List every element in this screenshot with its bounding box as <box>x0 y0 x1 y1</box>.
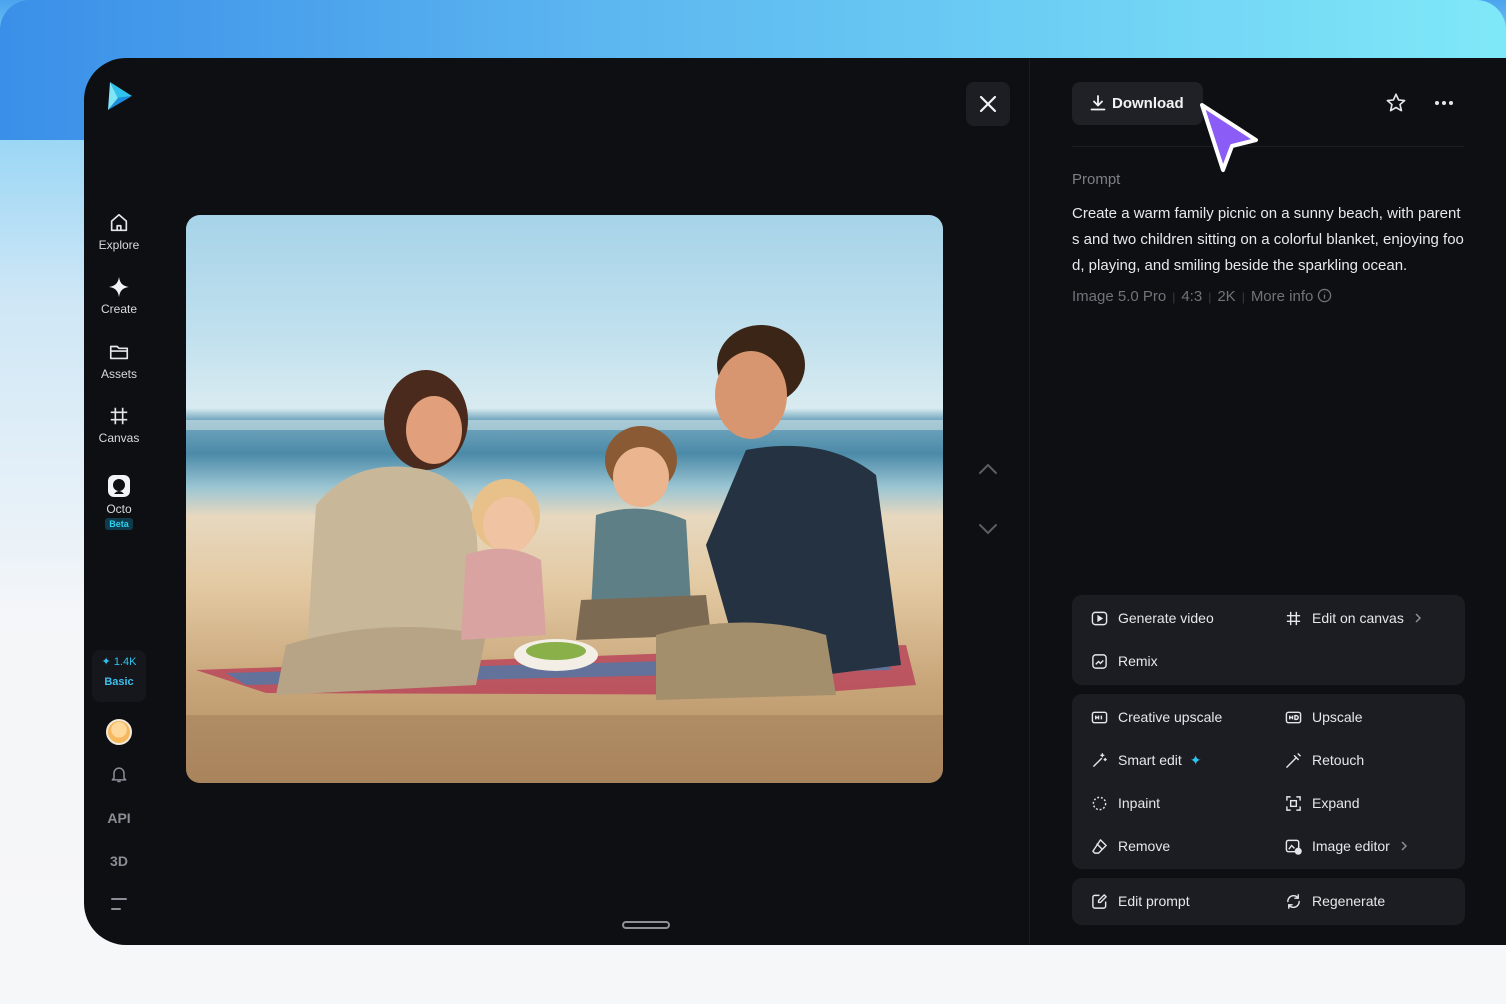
remix-button[interactable]: Remix <box>1091 651 1158 671</box>
download-icon <box>1090 95 1106 111</box>
beta-badge: Beta <box>105 518 133 530</box>
app-logo-icon[interactable] <box>104 80 136 112</box>
chevron-right-icon <box>1415 613 1421 623</box>
home-icon <box>110 213 128 232</box>
download-label: Download <box>1112 95 1184 112</box>
aspect-ratio: 4:3 <box>1181 288 1203 305</box>
generation-meta: Image 5.0 Pro | 4:3 | 2K | More info <box>1072 288 1332 305</box>
sidebar-item-explore[interactable]: Explore <box>84 212 154 252</box>
prompt-text: Create a warm family picnic on a sunny b… <box>1072 205 1464 274</box>
action-label: Upscale <box>1312 709 1363 725</box>
sparkle-icon <box>108 276 130 298</box>
star-icon[interactable] <box>1385 92 1407 114</box>
action-group-prompt: Edit prompt Regenerate <box>1072 878 1465 925</box>
octo-icon <box>108 475 130 497</box>
action-label: Expand <box>1312 795 1360 811</box>
sidebar-item-label: Assets <box>100 367 137 381</box>
eraser-icon <box>1092 839 1107 854</box>
canvas-icon <box>110 407 128 425</box>
action-label: Remove <box>1118 838 1171 854</box>
info-icon <box>1318 288 1332 303</box>
panel-divider <box>1029 58 1030 945</box>
plan-label: Basic <box>104 676 134 688</box>
generated-image[interactable] <box>186 215 943 783</box>
close-icon <box>979 95 997 113</box>
retouch-icon <box>1286 753 1301 768</box>
sidebar-item-label: Explore <box>98 238 140 252</box>
more-info-link[interactable]: More info <box>1251 288 1333 305</box>
sidebar-item-label: Octo <box>106 502 132 516</box>
expand-icon <box>1286 796 1301 811</box>
app-window: Explore Create Assets Canvas Octo Beta ✦… <box>84 58 1506 945</box>
chevron-up-icon[interactable] <box>977 462 999 476</box>
upscale-button[interactable]: Upscale <box>1285 707 1363 727</box>
refresh-icon <box>1287 894 1300 909</box>
regenerate-button[interactable]: Regenerate <box>1285 891 1385 911</box>
action-group-edit: Creative upscale Upscale Smart edit ✦ Re… <box>1072 694 1465 869</box>
separator: | <box>1172 290 1176 304</box>
sidebar-item-create[interactable]: Create <box>84 276 154 316</box>
canvas-icon <box>1286 611 1301 626</box>
hd-icon <box>1285 711 1302 724</box>
action-label: Inpaint <box>1118 795 1161 811</box>
sidebar-item-assets[interactable]: Assets <box>84 341 154 381</box>
close-button[interactable] <box>966 82 1010 126</box>
video-icon <box>1091 611 1108 626</box>
chevron-right-icon <box>1401 841 1407 851</box>
action-label: Remix <box>1118 653 1158 669</box>
remix-icon <box>1092 654 1107 669</box>
chevron-down-icon[interactable] <box>977 522 999 536</box>
inpaint-icon <box>1092 796 1107 811</box>
header-divider <box>1072 146 1464 147</box>
download-button[interactable]: Download <box>1072 82 1203 125</box>
resolution: 2K <box>1217 288 1236 305</box>
cursor-pointer-icon <box>1200 103 1258 172</box>
action-group-generate: Generate video Edit on canvas Remix <box>1072 595 1465 685</box>
edit-icon <box>1092 894 1107 909</box>
image-editor-button[interactable]: Image editor <box>1285 836 1408 856</box>
home-indicator[interactable] <box>622 921 670 929</box>
image-illustration <box>186 325 943 783</box>
sparkle-icon: ✦ <box>101 656 111 668</box>
retouch-button[interactable]: Retouch <box>1285 750 1364 770</box>
sidebar-item-canvas[interactable]: Canvas <box>84 405 154 445</box>
menu-icon[interactable] <box>110 896 128 912</box>
sidebar-item-label: Create <box>100 302 138 316</box>
sidebar-item-label: Canvas <box>98 431 140 445</box>
image-editor-icon <box>1285 839 1302 855</box>
sparkle-icon: ✦ <box>1189 752 1202 768</box>
separator: | <box>1208 290 1212 304</box>
separator: | <box>1241 290 1245 304</box>
expand-button[interactable]: Expand <box>1285 793 1359 813</box>
smart-edit-button[interactable]: Smart edit ✦ <box>1091 750 1201 770</box>
edit-on-canvas-button[interactable]: Edit on canvas <box>1285 608 1422 628</box>
action-label: Regenerate <box>1312 893 1386 909</box>
credits-amount: 1.4K <box>113 656 137 668</box>
action-label: Generate video <box>1118 610 1214 626</box>
sidebar-item-octo[interactable]: Octo Beta <box>84 474 154 530</box>
avatar[interactable] <box>106 719 132 745</box>
action-label: Retouch <box>1312 752 1365 768</box>
edit-prompt-button[interactable]: Edit prompt <box>1091 891 1190 911</box>
api-link[interactable]: API <box>84 810 154 826</box>
action-label: Creative upscale <box>1118 709 1223 725</box>
more-info-label: More info <box>1250 288 1314 305</box>
bell-icon[interactable] <box>109 764 129 784</box>
generate-video-button[interactable]: Generate video <box>1091 608 1214 628</box>
credits-badge[interactable]: ✦ 1.4K Basic <box>92 650 146 702</box>
action-label: Edit prompt <box>1118 893 1190 909</box>
creative-upscale-button[interactable]: Creative upscale <box>1091 707 1222 727</box>
creative-upscale-icon <box>1091 711 1108 724</box>
action-label: Image editor <box>1312 838 1390 854</box>
prompt-label: Prompt <box>1072 171 1121 188</box>
magic-wand-icon <box>1093 753 1107 767</box>
more-icon[interactable] <box>1433 92 1455 114</box>
inpaint-button[interactable]: Inpaint <box>1091 793 1160 813</box>
model-name: Image 5.0 Pro <box>1072 288 1167 305</box>
action-label: Smart edit <box>1118 752 1182 768</box>
3d-link[interactable]: 3D <box>84 853 154 869</box>
remove-button[interactable]: Remove <box>1091 836 1170 856</box>
action-label: Edit on canvas <box>1312 610 1404 626</box>
folder-icon <box>109 345 129 360</box>
